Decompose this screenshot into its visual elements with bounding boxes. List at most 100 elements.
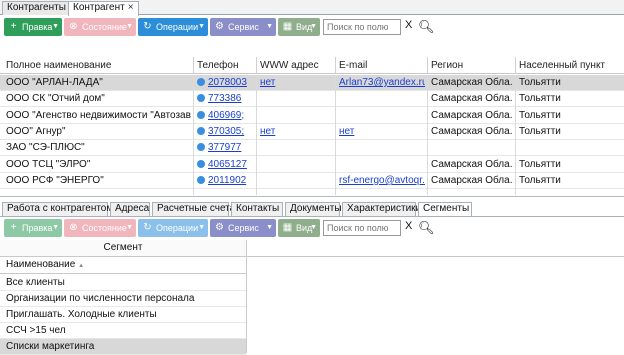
email-value[interactable]: нет xyxy=(339,126,354,137)
cell-phone[interactable]: 2078003 xyxy=(197,77,254,88)
gear-icon: ⚙ xyxy=(215,21,224,32)
cell-region: Самарская Обла... xyxy=(431,110,513,121)
cell-email[interactable]: нет xyxy=(339,126,425,137)
close-icon[interactable]: × xyxy=(128,2,134,13)
clear-search-button[interactable]: X xyxy=(405,220,412,232)
column-header-city[interactable]: Населенный пункт xyxy=(519,60,605,71)
tab-label: Контрагенты xyxy=(7,2,66,13)
phone-value[interactable]: 4065127 xyxy=(208,159,247,170)
table-row[interactable]: ООО СК "Отчий дом" 773386 Самарская Обла..… xyxy=(0,91,624,108)
cell-www[interactable]: нет xyxy=(260,126,332,137)
skype-icon[interactable] xyxy=(197,159,205,168)
skype-icon[interactable] xyxy=(197,175,205,184)
detail-tab-1[interactable]: Работа с контрагентом xyxy=(2,202,113,216)
email-value[interactable]: Arlan73@yandex.ru xyxy=(339,77,425,88)
table-row[interactable]: ЗАО "СЭ-ПЛЮС" 377977 xyxy=(0,140,624,157)
segment-list-item[interactable]: Приглашать. Холодные клиенты xyxy=(0,307,246,323)
segment-list-item[interactable]: ССЧ >15 чел xyxy=(0,323,246,339)
cell-phone[interactable]: 2011902 xyxy=(197,175,254,186)
name-value: ЗАО "СЭ-ПЛЮС" xyxy=(6,142,85,154)
skype-icon[interactable] xyxy=(197,78,205,86)
edit-button[interactable]: + Правка ▼ xyxy=(4,18,62,36)
phone-value[interactable]: 773386 xyxy=(208,93,241,104)
name-value: ООО РСФ "ЭНЕРГО" xyxy=(6,174,104,186)
table-row[interactable]: ООО" Агнур" 370305; нет нет Самарская Обла..… xyxy=(0,124,624,140)
splitter[interactable] xyxy=(0,196,624,197)
state-button[interactable]: ⊗ Состояние ▼ xyxy=(64,18,136,36)
detail-tab-3[interactable]: Расчетные счета xyxy=(152,202,235,216)
chevron-down-icon: ▼ xyxy=(52,224,59,231)
cell-www[interactable]: нет xyxy=(260,77,332,88)
chevron-down-icon: ▼ xyxy=(310,23,317,30)
service-button[interactable]: ⚙ Сервис ▼ xyxy=(210,219,276,237)
state-button[interactable]: ⊗ Состояние ▼ xyxy=(64,219,136,237)
cell-name: ООО "Агенство недвижимости "Автозав... xyxy=(6,110,191,121)
operations-button[interactable]: ↻ Операции ▼ xyxy=(138,18,208,36)
cell-phone[interactable]: 4065127 xyxy=(197,159,254,170)
table-row[interactable]: ООО "Агенство недвижимости "Автозав... 40… xyxy=(0,108,624,124)
search-icon[interactable]: 🔍︎ xyxy=(418,19,435,35)
phone-value[interactable]: 370305; xyxy=(208,126,244,137)
chevron-down-icon: ▼ xyxy=(310,224,317,231)
column-divider xyxy=(256,57,257,74)
column-divider xyxy=(427,57,428,74)
column-gridline xyxy=(427,75,428,195)
segment-list-item[interactable]: Организации по численности персонала xyxy=(0,291,246,307)
email-value[interactable]: rsf-energo@avtoqr... xyxy=(339,175,425,186)
column-label: Наименование xyxy=(6,259,76,270)
cell-phone[interactable]: 406969; xyxy=(197,110,254,121)
column-header-segment-name[interactable]: Наименование ▲ xyxy=(0,257,246,274)
column-divider xyxy=(335,57,336,74)
column-gridline xyxy=(335,75,336,195)
column-header-www[interactable]: WWW адрес xyxy=(260,60,319,71)
service-button[interactable]: ⚙ Сервис ▼ xyxy=(210,18,276,36)
clear-search-button[interactable]: X xyxy=(405,19,412,31)
skype-icon[interactable] xyxy=(197,143,205,152)
detail-tab-7[interactable]: Сегменты xyxy=(418,202,472,216)
view-button[interactable]: ▦ Вид ▼ xyxy=(278,219,320,237)
table-row[interactable]: ООО ТСЦ "ЭЛРО" 4065127 Самарская Обла... То… xyxy=(0,157,624,173)
search-input[interactable] xyxy=(323,220,401,236)
cell-phone[interactable]: 370305; xyxy=(197,126,254,137)
cell-email[interactable]: rsf-energo@avtoqr... xyxy=(339,175,425,186)
detail-tab-5[interactable]: Документы xyxy=(285,202,342,216)
detail-tab-6[interactable]: Характеристики xyxy=(342,202,421,216)
skype-icon[interactable] xyxy=(197,94,205,103)
phone-value[interactable]: 406969; xyxy=(208,110,244,121)
phone-value[interactable]: 2011902 xyxy=(208,175,246,186)
search-icon[interactable]: 🔍︎ xyxy=(418,220,435,236)
phone-value[interactable]: 377977 xyxy=(208,142,241,153)
column-header-name[interactable]: Полное наименование xyxy=(6,60,111,71)
cell-phone[interactable]: 773386 xyxy=(197,93,254,104)
name-value: ООО" Агнур" xyxy=(6,125,66,137)
cell-city: Тольятти xyxy=(519,110,619,121)
tab-label: Работа с контрагентом xyxy=(7,203,114,214)
operations-button[interactable]: ↻ Операции ▼ xyxy=(138,219,208,237)
www-value[interactable]: нет xyxy=(260,126,275,137)
search-input[interactable] xyxy=(323,19,401,35)
state-label: Состояние xyxy=(82,22,127,32)
www-value[interactable]: нет xyxy=(260,77,275,88)
skype-icon[interactable] xyxy=(197,110,205,119)
detail-tab-2[interactable]: Адреса xyxy=(110,202,150,216)
chevron-down-icon: ▼ xyxy=(266,23,273,30)
edit-button[interactable]: + Правка ▼ xyxy=(4,219,62,237)
city-value: Тольятти xyxy=(519,109,561,121)
column-header-phone[interactable]: Телефон xyxy=(197,60,238,71)
close-icon: ⊗ xyxy=(69,222,78,233)
detail-tab-4[interactable]: Контакты xyxy=(231,202,283,216)
segment-list-item[interactable]: Все клиенты xyxy=(0,275,246,291)
cell-phone[interactable]: 377977 xyxy=(197,142,254,153)
table-row[interactable]: ООО РСФ "ЭНЕРГО" 2011902 rsf-energo@avtoqr… xyxy=(0,173,624,189)
tab-label: Характеристики xyxy=(347,203,422,214)
tab-counterparty[interactable]: Контрагент × xyxy=(68,1,139,16)
column-header-email[interactable]: E-mail xyxy=(339,60,367,71)
phone-value[interactable]: 2078003 xyxy=(208,77,247,88)
region-value: Самарская Обла... xyxy=(431,77,513,88)
tab-counterparties[interactable]: Контрагенты xyxy=(2,1,71,15)
skype-icon[interactable] xyxy=(197,126,205,135)
table-row[interactable]: ООО "АРЛАН-ЛАДА" 2078003 нет Arlan73@yandex… xyxy=(0,75,624,91)
cell-email[interactable]: Arlan73@yandex.ru xyxy=(339,77,425,88)
column-header-region[interactable]: Регион xyxy=(431,60,463,71)
view-button[interactable]: ▦ Вид ▼ xyxy=(278,18,320,36)
